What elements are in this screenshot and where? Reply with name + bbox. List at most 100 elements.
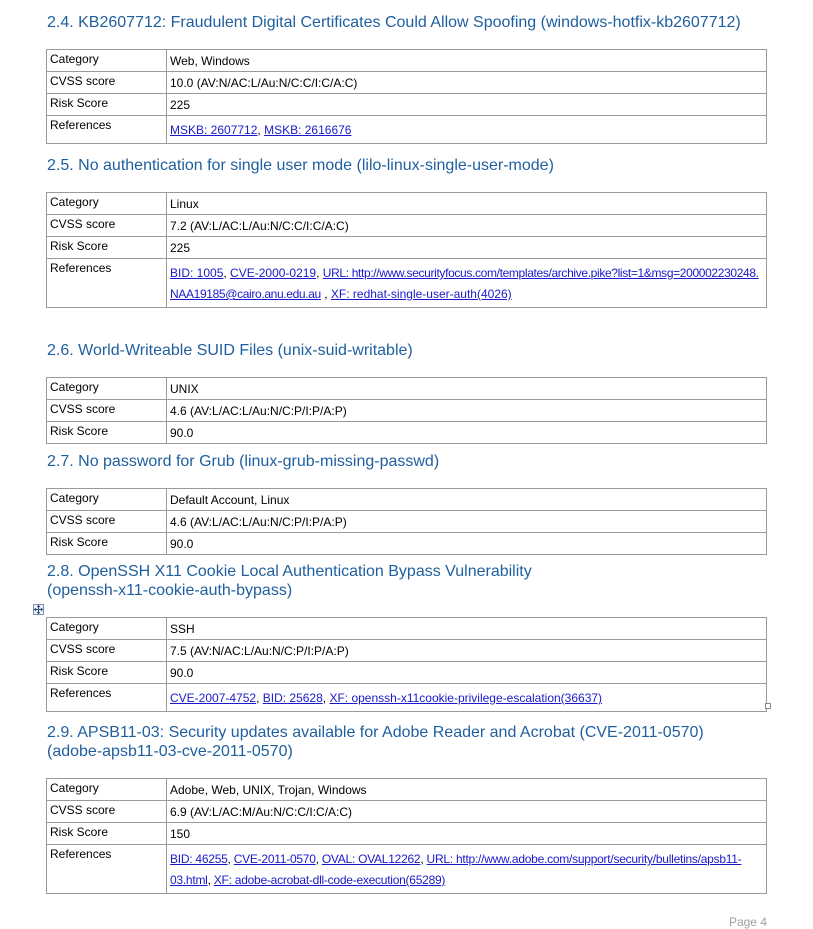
row-key: CVSS score bbox=[46, 71, 167, 94]
table-row: CVSS score 4.6 (AV:L/AC:L/Au:N/C:P/I:P/A:… bbox=[46, 510, 767, 533]
references-row: References MSKB: 2607712, MSKB: 2616676 bbox=[46, 115, 767, 144]
reference-separator: , bbox=[256, 691, 263, 705]
row-key: Risk Score bbox=[46, 421, 167, 444]
page-number: Page 4 bbox=[728, 915, 767, 929]
section-heading-line: (adobe-apsb11-03-cve-2011-0570) bbox=[47, 743, 293, 760]
references-cell: BID: 1005, CVE-2000-0219, URL: http://ww… bbox=[166, 258, 767, 308]
reference-link[interactable]: MSKB: 2616676 bbox=[264, 123, 351, 137]
row-value: 150 bbox=[166, 822, 767, 845]
row-value: 7.2 (AV:L/AC:L/Au:N/C:C/I:C/A:C) bbox=[166, 214, 767, 237]
row-key: CVSS score bbox=[46, 399, 167, 422]
references-cell: BID: 46255, CVE-2011-0570, OVAL: OVAL122… bbox=[166, 844, 767, 894]
table-row: Category Default Account, Linux bbox=[46, 488, 767, 511]
row-key: References bbox=[46, 844, 167, 894]
vuln-table-2-7: Category Default Account, Linux CVSS scor… bbox=[46, 488, 767, 555]
references-row: References BID: 1005, CVE-2000-0219, URL… bbox=[46, 258, 767, 308]
row-value: Default Account, Linux bbox=[166, 488, 767, 511]
section-heading-2-7: 2.7. No password for Grub (linux-grub-mi… bbox=[47, 453, 440, 470]
row-value: 4.6 (AV:L/AC:L/Au:N/C:P/I:P/A:P) bbox=[166, 510, 767, 533]
vuln-table-2-8: Category SSH CVSS score 7.5 (AV:N/AC:L/Au:… bbox=[46, 617, 767, 712]
row-key: Category bbox=[46, 49, 167, 72]
reference-link[interactable]: CVE-2011-0570 bbox=[234, 852, 316, 866]
vuln-table-2-6: Category UNIX CVSS score 4.6 (AV:L/AC:L/Au… bbox=[46, 377, 767, 444]
row-value: 10.0 (AV:N/AC:L/Au:N/C:C/I:C/A:C) bbox=[166, 71, 767, 94]
row-key: References bbox=[46, 683, 167, 712]
move-arrows-icon bbox=[34, 605, 43, 614]
table-row: CVSS score 7.2 (AV:L/AC:L/Au:N/C:C/I:C/A:… bbox=[46, 214, 767, 237]
row-value: Linux bbox=[166, 192, 767, 215]
reference-link[interactable]: XF: openssh-x11cookie-privilege-escalati… bbox=[329, 691, 602, 705]
row-value: 4.6 (AV:L/AC:L/Au:N/C:P/I:P/A:P) bbox=[166, 399, 767, 422]
reference-link[interactable]: OVAL: OVAL12262 bbox=[322, 852, 421, 866]
table-row: CVSS score 7.5 (AV:N/AC:L/Au:N/C:P/I:P/A:… bbox=[46, 639, 767, 662]
section-heading-line: 2.8. OpenSSH X11 Cookie Local Authentica… bbox=[47, 563, 532, 580]
row-key: Risk Score bbox=[46, 93, 167, 116]
row-key: References bbox=[46, 115, 167, 144]
row-key: Category bbox=[46, 192, 167, 215]
row-key: Category bbox=[46, 617, 167, 640]
row-key: Risk Score bbox=[46, 661, 167, 684]
reference-link[interactable]: BID: 25628 bbox=[263, 691, 323, 705]
table-row: CVSS score 10.0 (AV:N/AC:L/Au:N/C:C/I:C/A… bbox=[46, 71, 767, 94]
section-heading-2-4: 2.4. KB2607712: Fraudulent Digital Certi… bbox=[47, 14, 741, 31]
reference-link[interactable]: XF: redhat-single-user-auth(4026) bbox=[331, 287, 512, 301]
table-row: Risk Score 150 bbox=[46, 822, 767, 845]
table-row: CVSS score 6.9 (AV:L/AC:M/Au:N/C:C/I:C/A:… bbox=[46, 800, 767, 823]
table-row: Risk Score 90.0 bbox=[46, 421, 767, 444]
reference-separator: , bbox=[316, 266, 323, 280]
section-heading-2-6: 2.6. World-Writeable SUID Files (unix-su… bbox=[47, 342, 413, 359]
row-key: Category bbox=[46, 778, 167, 801]
vuln-table-2-4: Category Web, Windows CVSS score 10.0 (AV:… bbox=[46, 49, 767, 144]
row-value: Adobe, Web, UNIX, Trojan, Windows bbox=[166, 778, 767, 801]
table-row: Category SSH bbox=[46, 617, 767, 640]
section-heading-2-8: 2.8. OpenSSH X11 Cookie Local Authentica… bbox=[47, 562, 532, 600]
vuln-table-2-9: Category Adobe, Web, UNIX, Trojan, Window… bbox=[46, 778, 767, 894]
row-value: 90.0 bbox=[166, 532, 767, 555]
references-cell: CVE-2007-4752, BID: 25628, XF: openssh-x… bbox=[166, 683, 767, 712]
references-cell: MSKB: 2607712, MSKB: 2616676 bbox=[166, 115, 767, 144]
table-row: CVSS score 4.6 (AV:L/AC:L/Au:N/C:P/I:P/A:… bbox=[46, 399, 767, 422]
row-value: 90.0 bbox=[166, 421, 767, 444]
row-key: Risk Score bbox=[46, 532, 167, 555]
reference-separator: , bbox=[320, 287, 331, 301]
reference-link[interactable]: CVE-2000-0219 bbox=[230, 266, 316, 280]
table-row: Risk Score 90.0 bbox=[46, 661, 767, 684]
table-row: Risk Score 225 bbox=[46, 93, 767, 116]
reference-link[interactable]: CVE-2007-4752 bbox=[170, 691, 256, 705]
reference-link[interactable]: XF: adobe-acrobat-dll-code-execution(652… bbox=[214, 873, 446, 887]
table-row: Category Linux bbox=[46, 192, 767, 215]
references-row: References CVE-2007-4752, BID: 25628, XF… bbox=[46, 683, 767, 712]
row-key: Risk Score bbox=[46, 236, 167, 259]
section-heading-line: (openssh-x11-cookie-auth-bypass) bbox=[47, 582, 293, 599]
table-resize-handle-icon[interactable] bbox=[765, 703, 771, 709]
row-value: 225 bbox=[166, 236, 767, 259]
row-value: UNIX bbox=[166, 377, 767, 400]
row-key: CVSS score bbox=[46, 639, 167, 662]
vuln-table-2-5: Category Linux CVSS score 7.2 (AV:L/AC:L/A… bbox=[46, 192, 767, 308]
row-value: 90.0 bbox=[166, 661, 767, 684]
row-key: CVSS score bbox=[46, 800, 167, 823]
references-row: References BID: 46255, CVE-2011-0570, OV… bbox=[46, 844, 767, 894]
row-value: SSH bbox=[166, 617, 767, 640]
row-value: 225 bbox=[166, 93, 767, 116]
reference-link[interactable]: BID: 1005 bbox=[170, 266, 223, 280]
table-row: Category UNIX bbox=[46, 377, 767, 400]
table-row: Risk Score 90.0 bbox=[46, 532, 767, 555]
row-key: CVSS score bbox=[46, 214, 167, 237]
row-key: References bbox=[46, 258, 167, 308]
row-key: CVSS score bbox=[46, 510, 167, 533]
table-move-handle-icon[interactable] bbox=[33, 604, 44, 615]
row-key: Category bbox=[46, 377, 167, 400]
section-heading-line: 2.9. APSB11-03: Security updates availab… bbox=[47, 724, 704, 741]
table-row: Risk Score 225 bbox=[46, 236, 767, 259]
section-heading-2-9: 2.9. APSB11-03: Security updates availab… bbox=[47, 723, 704, 761]
row-key: Risk Score bbox=[46, 822, 167, 845]
row-key: Category bbox=[46, 488, 167, 511]
table-row: Category Web, Windows bbox=[46, 49, 767, 72]
section-heading-2-5: 2.5. No authentication for single user m… bbox=[47, 157, 554, 174]
row-value: Web, Windows bbox=[166, 49, 767, 72]
reference-link[interactable]: MSKB: 2607712 bbox=[170, 123, 257, 137]
reference-link[interactable]: BID: 46255 bbox=[170, 852, 228, 866]
row-value: 7.5 (AV:N/AC:L/Au:N/C:P/I:P/A:P) bbox=[166, 639, 767, 662]
document-page: 2.4. KB2607712: Fraudulent Digital Certi… bbox=[0, 0, 813, 929]
